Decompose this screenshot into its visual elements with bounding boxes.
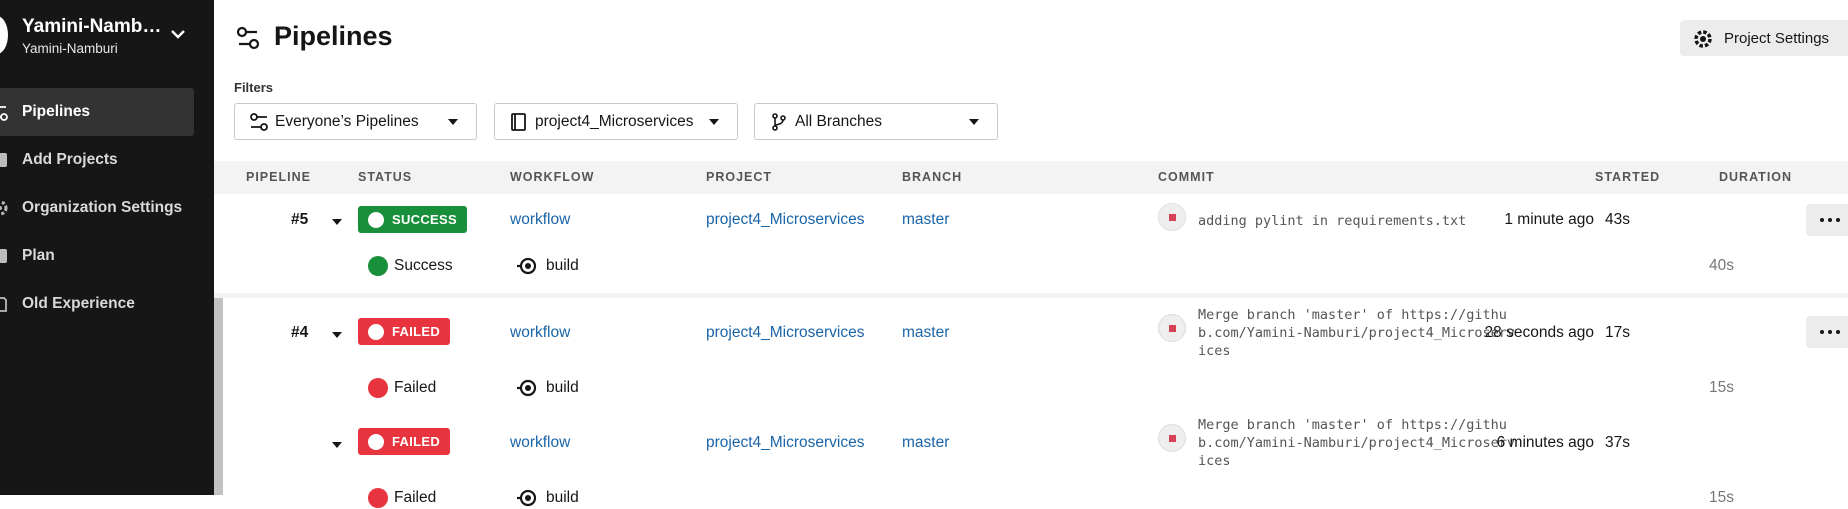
sidebar-item-label: Plan bbox=[22, 247, 55, 264]
table-row: #4 FAILED workflow project4_Microservice… bbox=[214, 298, 1848, 408]
more-actions-button[interactable] bbox=[1806, 204, 1848, 236]
pipelines-icon bbox=[0, 103, 8, 121]
job-status[interactable]: Failed bbox=[394, 379, 436, 397]
pipelines-filter-dropdown[interactable]: Everyone’s Pipelines bbox=[234, 103, 477, 140]
caret-down-icon bbox=[969, 119, 979, 125]
sidebar-item-label: Organization Settings bbox=[22, 199, 183, 216]
sidebar-item-label: Pipelines bbox=[22, 103, 91, 120]
sidebar-item-old-experience[interactable]: Old Experience bbox=[0, 280, 214, 328]
org-name: Yamini-Namb… bbox=[22, 16, 162, 37]
status-badge[interactable]: SUCCESS bbox=[358, 206, 467, 233]
job-status[interactable]: Failed bbox=[394, 489, 436, 507]
column-header-duration: DURATION bbox=[1719, 170, 1793, 184]
column-header-commit: COMMIT bbox=[1158, 170, 1215, 184]
sidebar-item-label: Add Projects bbox=[22, 151, 118, 168]
status-badge[interactable]: FAILED bbox=[358, 318, 451, 345]
pipelines-icon bbox=[236, 26, 260, 50]
job-duration: 15s bbox=[1709, 489, 1734, 506]
project-filter-label: project4_Microservices bbox=[535, 113, 694, 130]
column-header-status: STATUS bbox=[358, 170, 413, 184]
sidebar: Yamini-Namb… Yamini-Namburi Pipelines Ad… bbox=[0, 0, 214, 495]
sidebar-item-plan[interactable]: Plan bbox=[0, 232, 214, 280]
branch-filter-dropdown[interactable]: All Branches bbox=[754, 103, 998, 140]
sidebar-item-label: Old Experience bbox=[22, 295, 135, 312]
sidebar-item-pipelines[interactable]: Pipelines bbox=[0, 88, 194, 136]
column-header-started: STARTED bbox=[1595, 170, 1661, 184]
job-name[interactable]: build bbox=[546, 489, 579, 507]
pipeline-number[interactable]: #4 bbox=[291, 324, 308, 342]
table-row: FAILED workflow project4_Microservices m… bbox=[214, 408, 1848, 508]
table-row: #5 SUCCESS workflow project4_Microservic… bbox=[214, 194, 1848, 294]
column-header-pipeline: PIPELINE bbox=[246, 170, 311, 184]
project-filter-dropdown[interactable]: project4_Microservices bbox=[494, 103, 738, 140]
workflow-link[interactable]: workflow bbox=[510, 324, 570, 342]
sidebar-nav: Pipelines Add Projects Organization Sett… bbox=[0, 88, 214, 328]
job-status[interactable]: Success bbox=[394, 257, 453, 275]
avatar bbox=[1158, 203, 1186, 231]
project-settings-button[interactable]: Project Settings bbox=[1680, 20, 1848, 56]
project-link[interactable]: project4_Microservices bbox=[706, 324, 865, 342]
chevron-down-icon[interactable] bbox=[168, 24, 188, 44]
expand-caret-icon[interactable] bbox=[332, 219, 342, 225]
add-projects-icon bbox=[0, 151, 8, 169]
pipelines-icon bbox=[250, 113, 268, 131]
column-header-project: PROJECT bbox=[706, 170, 773, 184]
status-badge-label: SUCCESS bbox=[392, 212, 457, 227]
project-settings-label: Project Settings bbox=[1724, 29, 1830, 47]
job-name[interactable]: build bbox=[546, 379, 579, 397]
avatar bbox=[1158, 424, 1186, 452]
project-link[interactable]: project4_Microservices bbox=[706, 211, 865, 229]
more-actions-button[interactable] bbox=[1806, 316, 1848, 348]
pipelines-filter-label: Everyone’s Pipelines bbox=[275, 113, 419, 130]
avatar bbox=[1158, 314, 1186, 342]
org-subtitle: Yamini-Namburi bbox=[22, 41, 118, 56]
pipeline-number[interactable]: #5 bbox=[291, 211, 308, 229]
branch-link[interactable]: master bbox=[902, 434, 949, 452]
column-header-branch: BRANCH bbox=[902, 170, 963, 184]
status-badge[interactable]: FAILED bbox=[358, 428, 451, 455]
org-switcher[interactable]: Yamini-Namb… Yamini-Namburi bbox=[0, 14, 214, 62]
job-icon bbox=[517, 257, 537, 275]
sidebar-item-add-projects[interactable]: Add Projects bbox=[0, 136, 214, 184]
expand-caret-icon[interactable] bbox=[332, 332, 342, 338]
table-header: PIPELINE STATUS WORKFLOW PROJECT BRANCH … bbox=[214, 161, 1848, 194]
caret-down-icon bbox=[709, 119, 719, 125]
alert-circle-icon bbox=[368, 434, 384, 450]
branch-link[interactable]: master bbox=[902, 324, 949, 342]
duration: 17s bbox=[1605, 324, 1630, 341]
filters-label: Filters bbox=[234, 80, 274, 95]
old-experience-icon bbox=[0, 295, 8, 313]
job-name[interactable]: build bbox=[546, 257, 579, 275]
sidebar-item-organization-settings[interactable]: Organization Settings bbox=[0, 184, 214, 232]
page-title: Pipelines bbox=[274, 21, 393, 51]
duration: 37s bbox=[1605, 434, 1630, 451]
expand-caret-icon[interactable] bbox=[332, 442, 342, 448]
book-icon bbox=[511, 113, 526, 131]
caret-down-icon bbox=[448, 119, 458, 125]
workflow-link[interactable]: workflow bbox=[510, 211, 570, 229]
job-icon bbox=[517, 489, 537, 507]
column-header-workflow: WORKFLOW bbox=[510, 170, 595, 184]
alert-circle-icon bbox=[368, 378, 388, 398]
gear-icon bbox=[1694, 30, 1712, 48]
plan-icon bbox=[0, 247, 8, 265]
check-circle-icon bbox=[368, 212, 384, 228]
branch-filter-label: All Branches bbox=[795, 113, 883, 130]
job-icon bbox=[517, 379, 537, 397]
alert-circle-icon bbox=[368, 488, 388, 508]
gear-icon bbox=[0, 199, 8, 217]
alert-circle-icon bbox=[368, 324, 384, 340]
workflow-link[interactable]: workflow bbox=[510, 434, 570, 452]
status-badge-label: FAILED bbox=[392, 324, 441, 339]
branch-link[interactable]: master bbox=[902, 211, 949, 229]
status-badge-label: FAILED bbox=[392, 434, 441, 449]
main-content: Pipelines Project Settings Filters Every… bbox=[214, 0, 1848, 508]
job-duration: 15s bbox=[1709, 379, 1734, 396]
org-avatar bbox=[0, 16, 8, 54]
job-duration: 40s bbox=[1709, 257, 1734, 274]
duration: 43s bbox=[1605, 211, 1630, 228]
check-circle-icon bbox=[368, 256, 388, 276]
branch-icon bbox=[772, 113, 786, 131]
project-link[interactable]: project4_Microservices bbox=[706, 434, 865, 452]
